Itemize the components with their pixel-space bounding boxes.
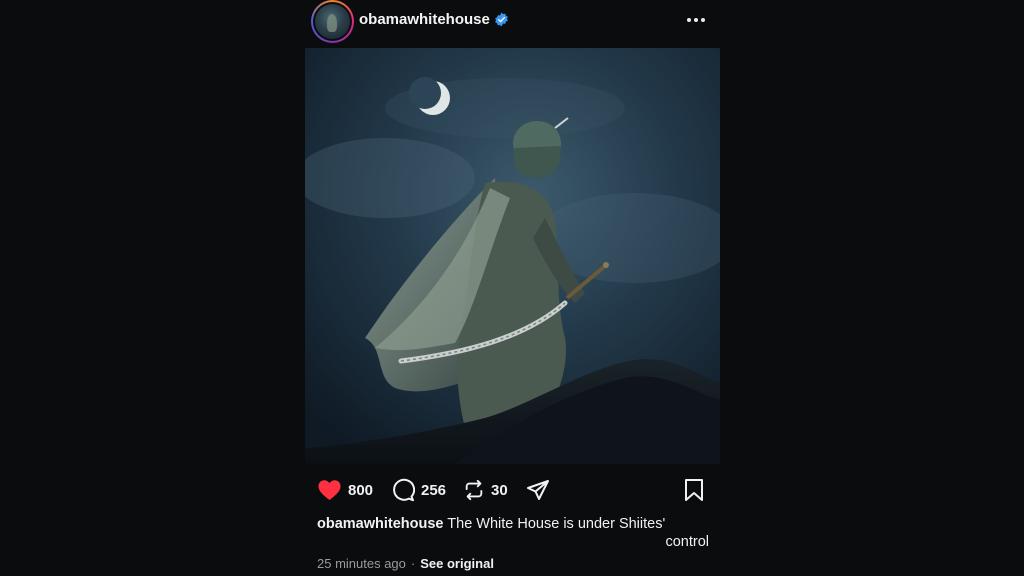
send-icon	[527, 480, 549, 500]
profile-picture-icon	[315, 4, 350, 39]
caption-text-continued: control	[665, 534, 709, 550]
bookmark-icon	[685, 479, 703, 501]
like-count: 800	[348, 481, 374, 499]
like-button[interactable]: 800	[317, 478, 373, 502]
post-timestamp: 25 minutes ago	[317, 556, 406, 571]
heart-icon	[318, 480, 341, 500]
comment-icon	[393, 478, 415, 502]
repost-count: 30	[491, 481, 508, 499]
comment-button[interactable]: 256	[391, 478, 446, 502]
caption-username[interactable]: obamawhitehouse	[317, 516, 444, 532]
post-image[interactable]	[305, 48, 720, 464]
comment-count: 256	[421, 481, 447, 499]
share-button[interactable]	[526, 478, 550, 502]
repost-button[interactable]: 30	[463, 478, 508, 502]
post-card: obamawhitehouse 800 256 30 obamawhitehou…	[305, 0, 720, 576]
meta-separator: ·	[410, 556, 416, 571]
username[interactable]: obamawhitehouse	[359, 11, 490, 28]
caption-text: The White House is under Shiites'	[447, 516, 666, 532]
verified-badge-icon	[495, 12, 508, 27]
see-original-link[interactable]: See original	[420, 556, 494, 571]
post-header: obamawhitehouse	[305, 0, 720, 44]
more-options-icon[interactable]	[686, 12, 706, 28]
post-meta: 25 minutes ago · See original	[317, 556, 494, 571]
save-button[interactable]	[683, 478, 705, 502]
avatar[interactable]	[311, 0, 354, 43]
post-caption: obamawhitehouse The White House is under…	[317, 515, 709, 551]
action-bar: 800 256 30	[305, 474, 720, 506]
repost-icon	[465, 479, 483, 501]
